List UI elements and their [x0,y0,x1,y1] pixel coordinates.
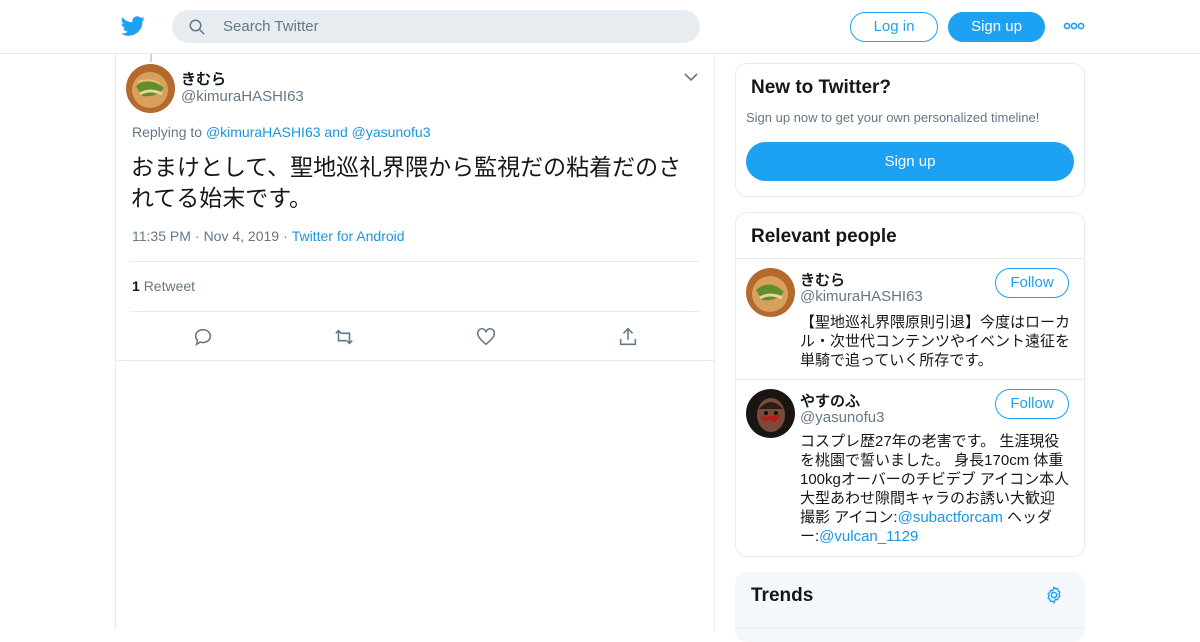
avatar-image [746,268,795,317]
retweet-label: Retweet [143,278,196,294]
like-heart-icon[interactable] [475,326,497,348]
tweet-time[interactable]: 11:35 PM [132,228,191,244]
tweet-source-link[interactable]: Twitter for Android [292,228,405,244]
more-dots-icon[interactable] [1063,18,1085,34]
person-avatar[interactable] [746,389,795,438]
sidebar-signup-button[interactable]: Sign up [746,142,1074,181]
avatar-image [746,389,795,438]
retweet-stats[interactable]: 1 Retweet [132,278,195,294]
person-handle[interactable]: @kimuraHASHI63 [800,288,923,305]
divider [130,261,700,262]
signup-button[interactable]: Sign up [948,12,1045,42]
search-box[interactable]: Search Twitter [172,10,700,43]
bio-mention-link[interactable]: @vulcan_1129 [819,528,918,545]
top-bar: Search Twitter Log in Sign up [0,0,1200,54]
thread-connector [150,54,152,62]
reply-user-link[interactable]: @kimuraHASHI63 [206,124,321,140]
author-name[interactable]: きむら [181,68,226,89]
trends-card: Trends [735,572,1085,642]
follow-button[interactable]: Follow [995,268,1069,298]
reply-icon[interactable] [192,326,214,348]
person-name[interactable]: きむら [800,269,845,290]
follow-button[interactable]: Follow [995,389,1069,419]
tweet-text: おまけとして、聖地巡礼界隈から監視だの粘着だのされてる始末です。 [131,154,682,211]
divider [736,258,1084,259]
twitter-bird-icon[interactable] [120,14,146,38]
person-avatar[interactable] [746,268,795,317]
new-to-twitter-title: New to Twitter? [751,77,892,98]
tweet-column: きむら @kimuraHASHI63 Replying to @kimuraHA… [115,54,715,630]
search-icon [189,19,205,35]
person-handle[interactable]: @yasunofu3 [800,409,884,426]
retweet-icon[interactable] [333,326,355,348]
chevron-down-icon[interactable] [684,72,698,82]
search-input[interactable]: Search Twitter [223,18,319,35]
relevant-people-card: Relevant people きむら @kimuraHASHI63 Follo… [735,212,1085,557]
person-name[interactable]: やすのふ [800,390,860,411]
author-avatar[interactable] [126,64,175,113]
new-to-twitter-card: New to Twitter? Sign up now to get your … [735,63,1085,197]
replying-to: Replying to @kimuraHASHI63 and @yasunofu… [132,124,430,140]
share-icon[interactable] [617,326,639,348]
gear-icon[interactable] [1044,585,1064,605]
avatar-image [126,64,175,113]
actions-divider [116,360,714,361]
trends-title: Trends [751,585,814,606]
divider [736,379,1084,380]
new-to-twitter-subtitle: Sign up now to get your own personalized… [746,110,1040,125]
tweet-meta: 11:35 PM · Nov 4, 2019 · Twitter for Android [132,228,405,244]
divider [735,628,1085,629]
tweet-date[interactable]: Nov 4, 2019 [204,228,280,244]
author-handle[interactable]: @kimuraHASHI63 [181,88,304,105]
replying-prefix: Replying to [132,124,203,140]
bio-mention-link[interactable]: @subactforcam [898,509,1003,526]
retweet-count: 1 [132,278,140,294]
person-bio: 【聖地巡礼界隈原則引退】今度はローカル・次世代コンテンツやイベント遠征を単騎で追… [800,314,1071,369]
relevant-people-title: Relevant people [751,226,897,247]
person-bio: コスプレ歴27年の老害です。 生涯現役を桃園で誓いました。 身長170cm 体重… [800,432,1072,546]
login-button[interactable]: Log in [850,12,938,42]
divider [130,311,700,312]
reply-and-text: and [324,124,348,140]
reply-user-link[interactable]: @yasunofu3 [352,124,431,140]
